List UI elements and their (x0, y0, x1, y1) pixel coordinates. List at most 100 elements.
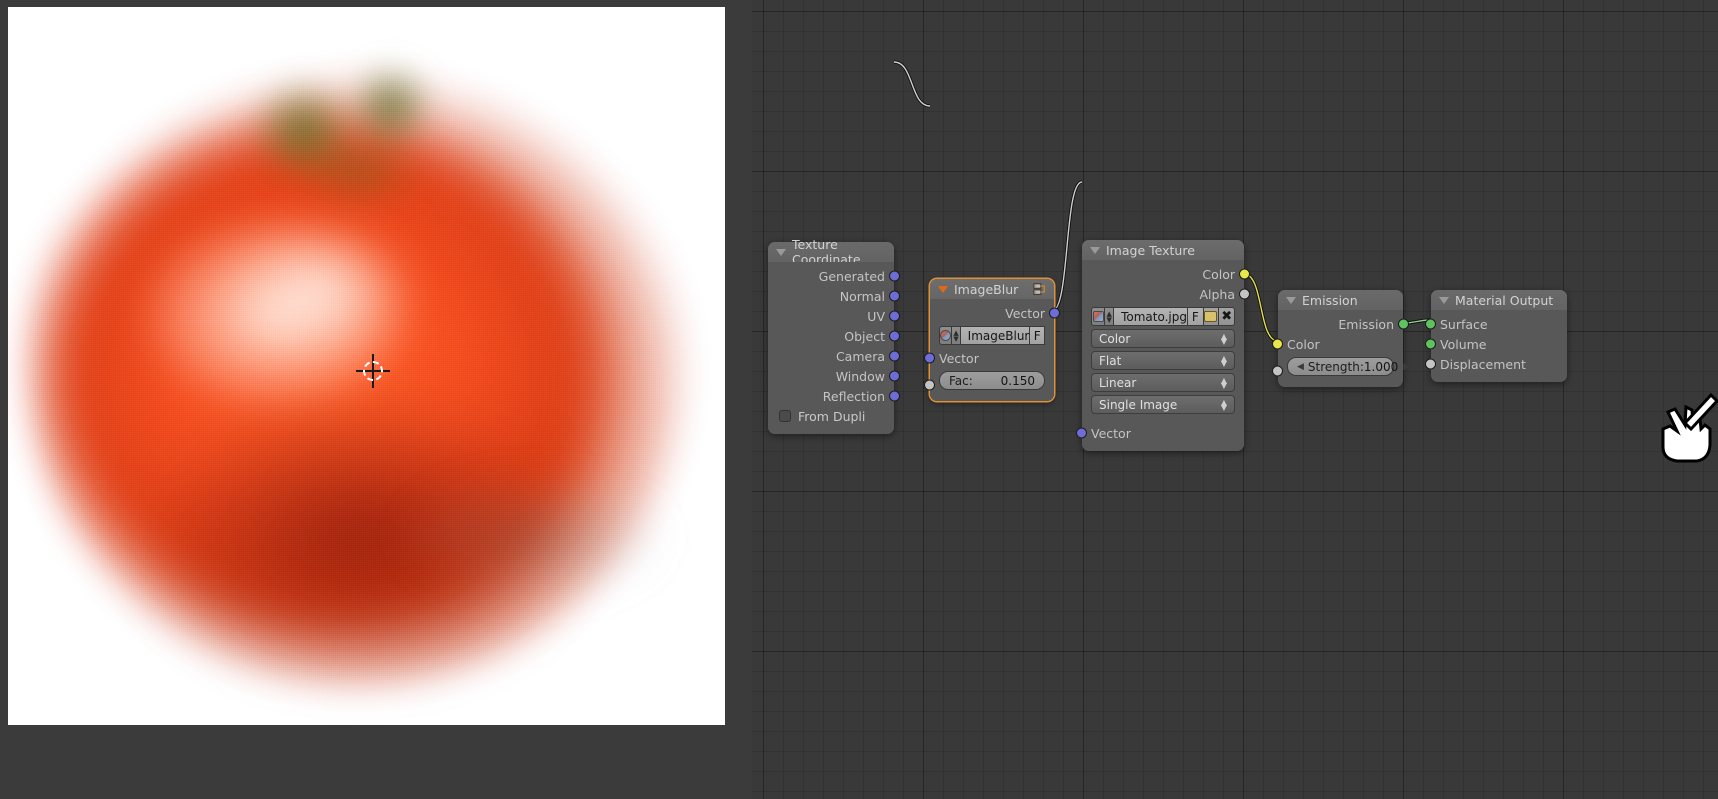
node-image-blur[interactable]: ImageBlur Vector ▲ ▼ ImageBlur F Vector … (924, 279, 1060, 401)
dropdown-label: Color (1099, 331, 1131, 346)
socket-row-vector-in[interactable]: Vector (1076, 423, 1244, 443)
node-header-image-blur[interactable]: ImageBlur (930, 279, 1054, 299)
output-socket-emission[interactable] (1398, 318, 1409, 330)
input-socket-vector[interactable] (1076, 427, 1087, 439)
fac-label: Fac: (949, 373, 973, 388)
socket-row-volume[interactable]: Volume (1425, 334, 1567, 354)
3d-cursor-icon (356, 354, 390, 388)
fake-user-toggle[interactable]: F (1187, 307, 1204, 326)
output-socket-normal[interactable] (889, 290, 900, 302)
dropdown-interpolation[interactable]: Linear ▲ ▼ (1091, 373, 1235, 392)
node-header-image-texture[interactable]: Image Texture (1082, 240, 1244, 260)
socket-row-vector-in[interactable]: Vector (924, 348, 1054, 368)
socket-row-generated[interactable]: Generated (768, 266, 900, 286)
from-dupli-row[interactable]: From Dupli (768, 406, 894, 426)
unlink-image-icon[interactable]: ✖ (1219, 307, 1235, 326)
render-viewport[interactable] (0, 0, 752, 799)
node-group-datablock[interactable]: ▲ ▼ ImageBlur F (939, 326, 1045, 345)
node-texture-coordinate[interactable]: Texture Coordinate Generated Normal UV O… (768, 237, 900, 434)
collapse-triangle-icon[interactable] (1090, 246, 1100, 254)
socket-row-window[interactable]: Window (768, 366, 900, 386)
shader-node-editor[interactable]: Texture Coordinate Generated Normal UV O… (752, 0, 1718, 799)
socket-label: Color (1287, 336, 1320, 352)
chevron-updown-icon: ▲ ▼ (1220, 353, 1227, 368)
image-icon[interactable] (1091, 307, 1106, 326)
output-socket-uv[interactable] (889, 310, 900, 322)
blender-window: Texture Coordinate Generated Normal UV O… (0, 0, 1718, 799)
datablock-browse-spinner[interactable]: ▲ ▼ (1105, 307, 1115, 326)
increment-arrow-icon[interactable]: ▶ (1403, 362, 1410, 372)
chevron-updown-icon: ▲ ▼ (1220, 397, 1227, 412)
node-header-material-output[interactable]: Material Output (1431, 290, 1567, 310)
socket-row-alpha-out[interactable]: Alpha (1082, 284, 1250, 304)
pack-image-icon[interactable] (1203, 307, 1220, 326)
socket-row-object[interactable]: Object (768, 326, 900, 346)
fac-value-field[interactable]: Fac: 0.150 (939, 371, 1045, 390)
socket-row-emission-out[interactable]: Emission (1278, 314, 1409, 334)
input-socket-surface[interactable] (1425, 318, 1436, 330)
socket-row-uv[interactable]: UV (768, 306, 900, 326)
socket-row-vector-out[interactable]: Vector (930, 303, 1060, 323)
strength-value-field[interactable]: ◀ Strength: 1.000 ▶ (1287, 357, 1410, 376)
dropdown-color-space[interactable]: Color ▲ ▼ (1091, 329, 1235, 348)
render-result-image[interactable] (8, 7, 725, 725)
socket-row-color-in[interactable]: Color (1272, 334, 1403, 354)
output-socket-window[interactable] (889, 370, 900, 382)
fake-user-toggle[interactable]: F (1030, 326, 1045, 345)
collapse-triangle-icon[interactable] (1439, 296, 1449, 304)
input-socket-fac[interactable] (924, 379, 935, 391)
node-body-texture-coordinate: Generated Normal UV Object Camera Window… (768, 262, 900, 434)
output-socket-reflection[interactable] (889, 390, 900, 402)
socket-label: Displacement (1440, 356, 1526, 372)
decrement-arrow-icon[interactable]: ◀ (1297, 362, 1304, 372)
nodetree-icon[interactable] (939, 326, 953, 345)
socket-label: Camera (835, 348, 885, 364)
tomato-ground-shadow (368, 462, 698, 612)
output-socket-vector[interactable] (1049, 307, 1060, 319)
output-socket-color[interactable] (1239, 268, 1250, 280)
output-socket-camera[interactable] (889, 350, 900, 362)
input-socket-vector[interactable] (924, 352, 935, 364)
node-image-texture[interactable]: Image Texture Color Alpha ▲ ▼ Tomato.jpg … (1076, 240, 1250, 451)
image-name-field[interactable]: Tomato.jpg (1114, 307, 1188, 326)
node-emission[interactable]: Emission Emission Color ◀ Strength: 1.00… (1272, 290, 1410, 387)
node-group-icon[interactable] (1033, 283, 1047, 296)
node-body-emission: Emission Color ◀ Strength: 1.000 ▶ (1272, 310, 1410, 387)
socket-row-reflection[interactable]: Reflection (768, 386, 900, 406)
datablock-browse-spinner[interactable]: ▲ ▼ (952, 326, 961, 345)
dropdown-projection[interactable]: Flat ▲ ▼ (1091, 351, 1235, 370)
input-socket-volume[interactable] (1425, 338, 1436, 350)
input-socket-displacement[interactable] (1425, 358, 1436, 370)
socket-label: Color (1202, 266, 1235, 282)
node-title: Material Output (1455, 292, 1554, 308)
node-header-emission[interactable]: Emission (1278, 290, 1403, 310)
socket-row-normal[interactable]: Normal (768, 286, 900, 306)
from-dupli-checkbox[interactable] (779, 410, 791, 422)
collapse-triangle-icon[interactable] (938, 285, 948, 293)
node-material-output[interactable]: Material Output Surface Volume Displacem… (1425, 290, 1567, 382)
dropdown-label: Single Image (1099, 397, 1178, 412)
input-socket-strength[interactable] (1272, 365, 1283, 377)
output-socket-generated[interactable] (889, 270, 900, 282)
image-datablock[interactable]: ▲ ▼ Tomato.jpg F ✖ (1091, 307, 1235, 326)
socket-label: Volume (1440, 336, 1487, 352)
socket-row-color-out[interactable]: Color (1082, 264, 1250, 284)
socket-label: Vector (1005, 305, 1045, 321)
output-socket-alpha[interactable] (1239, 288, 1250, 300)
socket-row-displacement[interactable]: Displacement (1425, 354, 1567, 374)
chevron-updown-icon: ▲ ▼ (1220, 331, 1227, 346)
socket-label: Vector (1091, 425, 1131, 441)
strength-value: 1.000 (1363, 359, 1399, 374)
output-socket-object[interactable] (889, 330, 900, 342)
node-header-texture-coordinate[interactable]: Texture Coordinate (768, 237, 894, 267)
socket-label: Emission (1338, 316, 1394, 332)
socket-label: Normal (839, 288, 885, 304)
input-socket-color[interactable] (1272, 338, 1283, 350)
collapse-triangle-icon[interactable] (776, 248, 786, 256)
socket-row-surface[interactable]: Surface (1425, 314, 1567, 334)
socket-row-camera[interactable]: Camera (768, 346, 900, 366)
node-title: ImageBlur (954, 281, 1019, 297)
group-name-field[interactable]: ImageBlur (960, 326, 1031, 345)
dropdown-source[interactable]: Single Image ▲ ▼ (1091, 395, 1235, 414)
collapse-triangle-icon[interactable] (1286, 296, 1296, 304)
